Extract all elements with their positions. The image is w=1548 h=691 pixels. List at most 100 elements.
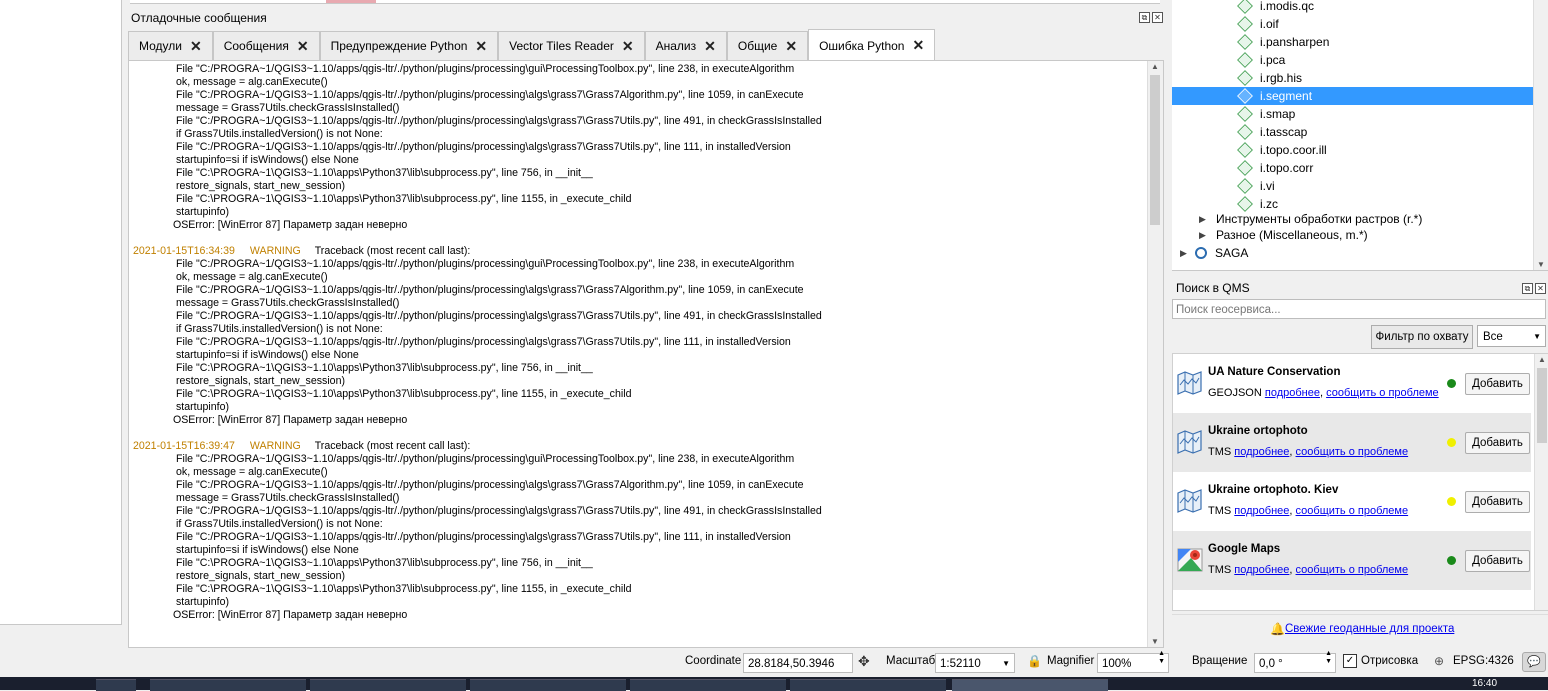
tree-group[interactable]: ▶ Разное (Miscellaneous, m.*) bbox=[1172, 227, 1534, 243]
report-problem-link[interactable]: сообщить о проблеме bbox=[1296, 564, 1409, 576]
add-service-button[interactable]: Добавить bbox=[1465, 432, 1530, 454]
tree-group[interactable]: ▶ Инструменты обработки растров (r.*) bbox=[1172, 211, 1534, 227]
service-meta: TMS подробнее, сообщить о проблеме bbox=[1208, 446, 1409, 458]
tree-item-i-segment[interactable]: i.segment bbox=[1172, 87, 1534, 105]
close-tab-icon[interactable]: ✕ bbox=[297, 38, 309, 55]
report-problem-link[interactable]: сообщить о проблеме bbox=[1326, 387, 1439, 399]
close-tab-icon[interactable]: ✕ bbox=[912, 37, 924, 54]
close-tab-icon[interactable]: ✕ bbox=[785, 38, 797, 55]
qms-service-item[interactable]: Ukraine ortophoto TMS подробнее, сообщить… bbox=[1173, 413, 1531, 472]
log-tab[interactable]: Сообщения ✕ bbox=[212, 31, 320, 60]
log-text: if Grass7Utils.installedVersion() is not… bbox=[176, 128, 383, 140]
taskbar-app[interactable] bbox=[96, 679, 136, 691]
tree-item-i-pca[interactable]: i.pca bbox=[1172, 51, 1534, 69]
scroll-up-icon[interactable]: ▲ bbox=[1538, 355, 1546, 364]
spinner-icon[interactable]: ▲ ▼ bbox=[1325, 650, 1332, 666]
tree-item-i-topo-coor-ill[interactable]: i.topo.coor.ill bbox=[1172, 141, 1534, 159]
log-line: ok, message = alg.canExecute() bbox=[133, 76, 1143, 89]
log-tab[interactable]: Предупреждение Python ✕ bbox=[319, 31, 499, 60]
log-line: File "C:/PROGRA~1/QGIS3~1.10/apps/qgis-l… bbox=[133, 284, 1143, 297]
scrollbar-thumb[interactable] bbox=[1150, 75, 1160, 225]
log-line: OSError: [WinError 87] Параметр задан не… bbox=[133, 609, 1143, 622]
qms-service-item[interactable]: Ukraine ortophoto. Kiev TMS подробнее, со… bbox=[1173, 472, 1531, 531]
qms-service-item[interactable]: Google Maps TMS подробнее, сообщить о про… bbox=[1173, 531, 1531, 590]
qms-title: Поиск в QMS bbox=[1176, 281, 1250, 295]
render-checkbox[interactable]: ✓ bbox=[1343, 654, 1357, 668]
qms-search-input[interactable]: Поиск геосервиса... bbox=[1172, 299, 1546, 319]
crs-label[interactable]: EPSG:4326 bbox=[1453, 655, 1514, 667]
log-tab[interactable]: Ошибка Python ✕ bbox=[808, 29, 936, 61]
close-icon[interactable]: ✕ bbox=[1535, 283, 1546, 294]
grass-algorithm-icon bbox=[1237, 0, 1253, 14]
scroll-down-icon[interactable]: ▼ bbox=[1537, 260, 1545, 269]
taskbar-app-active[interactable] bbox=[952, 679, 1108, 691]
expand-arrow-icon[interactable]: ▶ bbox=[1199, 230, 1209, 241]
log-text: OSError: [WinError 87] Параметр задан не… bbox=[173, 414, 408, 426]
taskbar-app[interactable] bbox=[470, 679, 626, 691]
details-link[interactable]: подробнее bbox=[1265, 387, 1320, 399]
rotation-field[interactable]: 0,0 ° ▲ ▼ bbox=[1254, 650, 1336, 673]
tree-provider-saga[interactable]: ▶ SAGA bbox=[1172, 244, 1534, 262]
add-service-button[interactable]: Добавить bbox=[1465, 491, 1530, 513]
taskbar-app[interactable] bbox=[310, 679, 466, 691]
filter-extent-button[interactable]: Фильтр по охвату bbox=[1371, 325, 1473, 349]
tree-item-i-modis-qc[interactable]: i.modis.qc bbox=[1172, 0, 1534, 15]
undock-icon[interactable]: ⧉ bbox=[1522, 283, 1533, 294]
globe-icon[interactable]: ⊕ bbox=[1434, 654, 1444, 668]
qms-service-item[interactable]: UA Nature Conservation GEOJSON подробнее,… bbox=[1173, 354, 1531, 413]
scrollbar-thumb[interactable] bbox=[1537, 368, 1547, 443]
mouse-icon[interactable]: ✥ bbox=[858, 653, 870, 670]
log-text: File "C:/PROGRA~1/QGIS3~1.10/apps/qgis-l… bbox=[176, 531, 791, 543]
log-tab[interactable]: Общие ✕ bbox=[726, 31, 809, 60]
qms-scrollbar[interactable]: ▲ bbox=[1534, 354, 1548, 610]
details-link[interactable]: подробнее bbox=[1234, 505, 1289, 517]
log-tab[interactable]: Модули ✕ bbox=[128, 31, 213, 60]
report-problem-link[interactable]: сообщить о проблеме bbox=[1296, 446, 1409, 458]
log-text: ok, message = alg.canExecute() bbox=[176, 466, 328, 478]
fresh-geodata-link[interactable]: Свежие геоданные для проекта bbox=[1285, 623, 1454, 635]
close-tab-icon[interactable]: ✕ bbox=[190, 38, 202, 55]
close-tab-icon[interactable]: ✕ bbox=[475, 38, 487, 55]
log-text-area[interactable]: File "C:/PROGRA~1/QGIS3~1.10/apps/qgis-l… bbox=[128, 60, 1164, 648]
spinner-icon[interactable]: ▲ ▼ bbox=[1158, 650, 1165, 666]
qms-service-list: UA Nature Conservation GEOJSON подробнее,… bbox=[1172, 353, 1548, 611]
log-text: ok, message = alg.canExecute() bbox=[176, 76, 328, 88]
report-problem-link[interactable]: сообщить о проблеме bbox=[1296, 505, 1409, 517]
log-lines: File "C:/PROGRA~1/QGIS3~1.10/apps/qgis-l… bbox=[133, 63, 1143, 622]
tree-item-i-pansharpen[interactable]: i.pansharpen bbox=[1172, 33, 1534, 51]
scale-field[interactable]: 1:52110 ▼ bbox=[935, 653, 1015, 673]
undock-icon[interactable]: ⧉ bbox=[1139, 12, 1150, 23]
magnifier-field[interactable]: 100% ▲ ▼ bbox=[1097, 650, 1169, 673]
tree-item-i-smap[interactable]: i.smap bbox=[1172, 105, 1534, 123]
add-service-button[interactable]: Добавить bbox=[1465, 373, 1530, 395]
tree-scrollbar[interactable]: ▼ bbox=[1533, 0, 1548, 270]
lock-icon[interactable]: 🔒 bbox=[1027, 654, 1042, 668]
close-tab-icon[interactable]: ✕ bbox=[622, 38, 634, 55]
details-link[interactable]: подробнее bbox=[1234, 564, 1289, 576]
grass-algorithm-icon bbox=[1237, 178, 1253, 194]
tree-item-i-oif[interactable]: i.oif bbox=[1172, 15, 1534, 33]
taskbar-app[interactable] bbox=[630, 679, 786, 691]
log-tab[interactable]: Vector Tiles Reader ✕ bbox=[498, 31, 645, 60]
expand-arrow-icon[interactable]: ▶ bbox=[1180, 248, 1190, 259]
messages-icon[interactable]: 💬 bbox=[1522, 652, 1546, 672]
tree-item-i-rgb-his[interactable]: i.rgb.his bbox=[1172, 69, 1534, 87]
taskbar-app[interactable] bbox=[150, 679, 306, 691]
scroll-up-icon[interactable]: ▲ bbox=[1151, 62, 1159, 71]
scroll-down-icon[interactable]: ▼ bbox=[1151, 637, 1159, 646]
tree-item-i-tasscap[interactable]: i.tasscap bbox=[1172, 123, 1534, 141]
log-scrollbar[interactable]: ▲ ▼ bbox=[1147, 61, 1163, 647]
taskbar-app[interactable] bbox=[790, 679, 946, 691]
tree-item-i-vi[interactable]: i.vi bbox=[1172, 177, 1534, 195]
filter-select[interactable]: Все ▼ bbox=[1477, 325, 1546, 347]
close-tab-icon[interactable]: ✕ bbox=[704, 38, 716, 55]
log-level: WARNING bbox=[249, 245, 301, 257]
close-icon[interactable]: ✕ bbox=[1152, 12, 1163, 23]
add-service-button[interactable]: Добавить bbox=[1465, 550, 1530, 572]
log-tab[interactable]: Анализ ✕ bbox=[644, 31, 727, 60]
qms-footer: 🔔 Свежие геоданные для проекта bbox=[1172, 614, 1548, 645]
tree-item-i-topo-corr[interactable]: i.topo.corr bbox=[1172, 159, 1534, 177]
details-link[interactable]: подробнее bbox=[1234, 446, 1289, 458]
expand-arrow-icon[interactable]: ▶ bbox=[1199, 214, 1209, 225]
coordinate-field[interactable]: 28.8184,50.3946 bbox=[743, 653, 853, 673]
